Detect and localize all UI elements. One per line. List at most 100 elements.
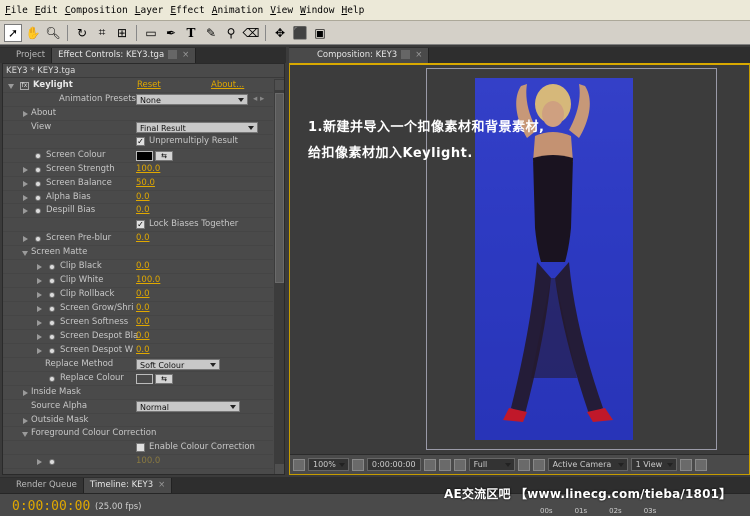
source-alpha-select[interactable]: Normal [136,400,240,412]
timeline-timecode[interactable]: 0:00:00:00 [12,499,90,514]
stopwatch-icon[interactable] [49,264,55,271]
menu-layer[interactable]: Layer [133,5,169,16]
axis-mode-icon[interactable]: ⬛ [291,24,309,42]
expand-icon[interactable] [37,459,42,466]
expand-icon[interactable] [37,319,42,326]
orientation-icon[interactable]: ✥ [271,24,289,42]
stopwatch-icon[interactable] [35,208,41,215]
resolution-select[interactable]: Full [468,458,515,471]
collapse-icon[interactable] [22,432,28,438]
view-select[interactable]: Final Result [136,121,258,133]
tab-menu-icon[interactable] [168,50,178,59]
time-ruler[interactable]: 00s 01s 02s 03s [540,502,750,516]
world-axis-icon[interactable]: ▣ [311,24,329,42]
close-icon[interactable]: × [415,50,422,60]
animation-presets-select[interactable]: None [136,93,248,105]
pan-behind-tool-icon[interactable]: ⊞ [113,24,131,42]
screen-colour-swatch[interactable] [136,150,153,161]
camera-tool-icon[interactable]: ⌗ [93,24,111,42]
close-icon[interactable]: × [182,50,189,60]
eraser-tool-icon[interactable]: ⌫ [242,24,260,42]
text-tool-icon[interactable]: T [182,24,200,42]
stopwatch-icon[interactable] [35,180,41,187]
zoom-tool-icon[interactable]: 🔍︎ [44,24,62,42]
preset-nav-icon[interactable]: ◂ ▸ [253,93,264,107]
tab-timeline[interactable]: Timeline: KEY3 × [83,478,173,493]
expand-icon[interactable] [23,166,28,173]
unpremultiply-checkbox[interactable]: ✓ [136,136,145,146]
expand-icon[interactable] [23,236,28,243]
menu-help[interactable]: Help [339,5,369,16]
screen-grow-value[interactable]: 0.0 [136,302,150,316]
screen-preblur-value[interactable]: 0.0 [136,232,150,246]
reset-link[interactable]: Reset [137,79,161,93]
brush-tool-icon[interactable]: ✎ [202,24,220,42]
close-icon[interactable]: × [158,480,165,490]
expand-icon[interactable] [37,292,42,299]
tab-project[interactable]: Project [0,48,53,63]
transparency-grid-icon[interactable] [532,458,545,471]
screen-strength-value[interactable]: 100.0 [136,163,160,177]
clip-black-value[interactable]: 0.0 [136,260,150,274]
tab-composition[interactable]: Composition: KEY3 × [289,48,430,63]
camera-select[interactable]: Active Camera [547,458,628,471]
stopwatch-icon[interactable] [49,319,55,326]
tab-render-queue[interactable]: Render Queue [0,478,84,493]
replace-method-select[interactable]: Soft Colour [136,358,220,370]
enable-cc-checkbox[interactable] [136,443,145,453]
stopwatch-icon[interactable] [49,375,55,382]
expand-icon[interactable] [37,306,42,312]
collapse-icon[interactable] [22,251,28,257]
tab-effect-controls[interactable]: Effect Controls: KEY3.tga × [52,48,197,63]
expand-icon[interactable] [23,389,28,396]
rotate-tool-icon[interactable]: ↻ [73,24,91,42]
screen-softness-value[interactable]: 0.0 [136,316,150,330]
clone-stamp-tool-icon[interactable]: ⚲ [222,24,240,42]
screen-balance-value[interactable]: 50.0 [136,177,155,191]
fast-previews-icon[interactable] [694,458,707,471]
snapshot-icon[interactable] [423,458,436,471]
clip-white-value[interactable]: 100.0 [136,274,160,288]
stopwatch-icon[interactable] [49,306,55,312]
screen-despot-black-value[interactable]: 0.0 [136,330,150,344]
fx-toggle-icon[interactable]: fx [20,82,29,90]
partial-value[interactable]: 100.0 [136,455,160,469]
menu-window[interactable]: Window [298,5,339,16]
expand-icon[interactable] [23,110,28,117]
menu-composition[interactable]: Composition [63,5,133,16]
stopwatch-icon[interactable] [49,459,55,466]
hand-tool-icon[interactable]: ✋ [24,24,42,42]
view-layout-select[interactable]: 1 View [630,458,677,471]
expand-icon[interactable] [23,180,28,187]
mask-tool-icon[interactable]: ▭ [142,24,160,42]
eyedropper-icon[interactable]: ⇆ [155,150,173,161]
menu-edit[interactable]: Edit [33,5,63,16]
expand-icon[interactable] [37,278,42,285]
menu-animation[interactable]: Animation [210,5,269,16]
zoom-select[interactable]: 100% [308,458,349,471]
expand-icon[interactable] [23,208,28,215]
menu-file[interactable]: File [3,5,33,16]
stopwatch-icon[interactable] [49,347,55,354]
region-of-interest-icon[interactable] [517,458,530,471]
expand-icon[interactable] [37,333,42,340]
safe-zones-icon[interactable] [351,458,364,471]
current-time-field[interactable]: 0:00:00:00 [366,458,421,471]
alpha-bias-value[interactable]: 0.0 [136,191,150,205]
despill-bias-value[interactable]: 0.0 [136,204,150,218]
pen-tool-icon[interactable]: ✒ [162,24,180,42]
expand-icon[interactable] [8,84,14,89]
tab-menu-icon[interactable] [401,50,411,59]
expand-icon[interactable] [37,264,42,271]
lock-biases-checkbox[interactable]: ✓ [136,220,145,230]
scroll-up-icon[interactable] [275,80,284,90]
effect-controls-scrollbar[interactable] [274,79,284,474]
menu-view[interactable]: View [268,5,298,16]
stopwatch-icon[interactable] [49,278,55,285]
selection-tool-icon[interactable]: ➚ [4,23,22,42]
expand-icon[interactable] [37,347,42,354]
clip-rollback-value[interactable]: 0.0 [136,288,150,302]
show-snapshot-icon[interactable] [438,458,451,471]
toggle-pixel-aspect-icon[interactable] [679,458,692,471]
stopwatch-icon[interactable] [35,236,41,243]
